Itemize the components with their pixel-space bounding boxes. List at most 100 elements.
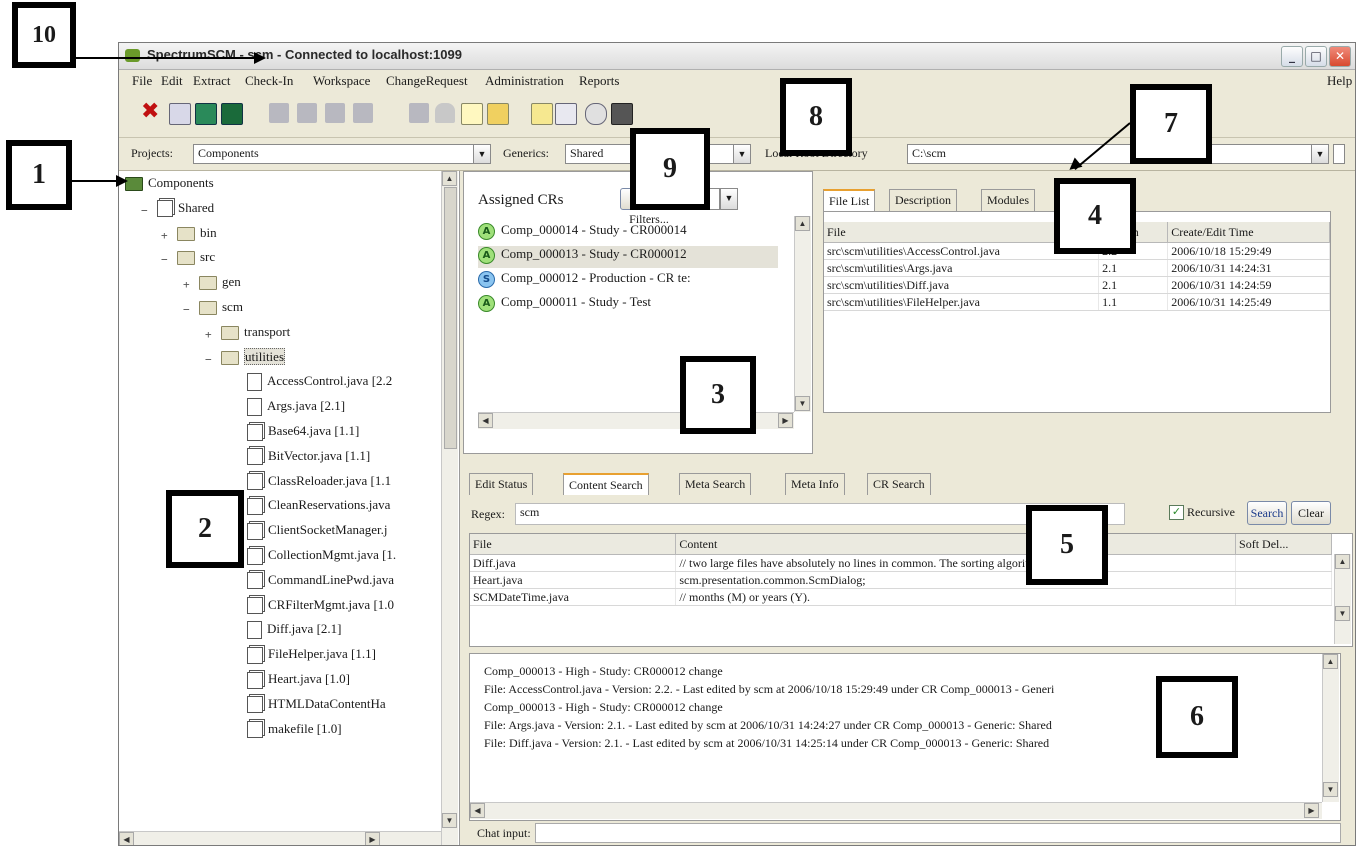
table-row[interactable]: Heart.java scm.presentation.common.ScmDia…	[470, 571, 1332, 589]
scroll-up-icon[interactable]: ▲	[795, 216, 810, 231]
tree-vertical-scrollbar[interactable]: ▲ ▼	[441, 171, 458, 845]
menu-check-in[interactable]: Check-In	[245, 73, 293, 89]
tree-node[interactable]: − scm	[183, 299, 243, 323]
terminal-icon[interactable]	[221, 103, 243, 125]
open-folder-icon[interactable]	[487, 103, 509, 125]
menu-reports[interactable]: Reports	[579, 73, 619, 89]
menu-edit[interactable]: Edit	[161, 73, 183, 89]
tree-node[interactable]: Diff.java [2.1]	[247, 621, 341, 645]
projects-select[interactable]: Components	[193, 144, 475, 164]
scroll-right-icon[interactable]: ▶	[1304, 803, 1319, 818]
expand-icon[interactable]: +	[205, 328, 212, 341]
scroll-down-icon[interactable]: ▼	[1335, 606, 1350, 621]
column-header[interactable]: Create/Edit Time	[1167, 222, 1330, 243]
tree-node[interactable]: + transport	[205, 324, 290, 348]
tree-node[interactable]: Components	[125, 175, 214, 199]
menu-administration[interactable]: Administration	[485, 73, 564, 89]
cr-list-item[interactable]: A Comp_000011 - Study - Test	[478, 294, 651, 316]
menu-workspace[interactable]: Workspace	[313, 73, 370, 89]
scroll-left-icon[interactable]: ◀	[478, 413, 493, 428]
tree-node[interactable]: BitVector.java [1.1]	[247, 448, 370, 472]
scroll-down-icon[interactable]: ▼	[795, 396, 810, 411]
collapse-icon[interactable]: −	[141, 204, 148, 217]
root-dir-input[interactable]: C:\scm	[907, 144, 1313, 164]
tree-horizontal-scrollbar[interactable]: ◀ ▶	[119, 831, 441, 845]
scroll-up-icon[interactable]: ▲	[1335, 554, 1350, 569]
compare-icon[interactable]	[555, 103, 577, 125]
tab-meta-info[interactable]: Meta Info	[785, 473, 845, 495]
column-header[interactable]: Soft Del...	[1235, 534, 1332, 555]
tree-node[interactable]: − Shared	[141, 200, 214, 224]
copy-icon[interactable]	[531, 103, 553, 125]
tree-node[interactable]: − src	[161, 249, 215, 273]
cr-list-item-selected[interactable]: A Comp_000013 - Study - CR000012	[478, 246, 778, 268]
search-button[interactable]: Search	[1247, 501, 1287, 525]
tab-edit-status[interactable]: Edit Status	[469, 473, 534, 495]
tab-meta-search[interactable]: Meta Search	[679, 473, 752, 495]
tree-node[interactable]: CommandLinePwd.java	[247, 572, 394, 596]
generics-dropdown-icon[interactable]: ▼	[733, 144, 751, 164]
column-header[interactable]: File	[470, 534, 677, 555]
tree-node[interactable]: ClientSocketManager.j	[247, 522, 388, 546]
scroll-up-icon[interactable]: ▲	[442, 171, 457, 186]
print-icon[interactable]	[611, 103, 633, 125]
preferences-icon[interactable]	[585, 103, 607, 125]
chat-input[interactable]	[535, 823, 1341, 843]
table-row[interactable]: SCMDateTime.java// months (M) or years (…	[470, 588, 1332, 606]
tree-node[interactable]: + bin	[161, 225, 217, 249]
collapse-icon[interactable]: −	[183, 303, 190, 316]
collapse-icon[interactable]: −	[161, 253, 168, 266]
collapse-icon[interactable]: −	[205, 353, 212, 366]
table-row[interactable]: src\scm\utilities\FileHelper.java 1.1 2006…	[824, 293, 1330, 311]
tab-description[interactable]: Description	[889, 189, 957, 211]
tree-node[interactable]: FileHelper.java [1.1]	[247, 646, 376, 670]
folder-d-icon[interactable]	[353, 103, 373, 123]
cr-vertical-scrollbar[interactable]: ▲ ▼	[794, 216, 811, 412]
tree-node[interactable]: Heart.java [1.0]	[247, 671, 350, 695]
tab-cr-search[interactable]: CR Search	[867, 473, 931, 495]
title-bar[interactable]: SpectrumSCM - scm - Connected to localho…	[119, 43, 1355, 70]
log-horizontal-scrollbar[interactable]: ◀ ▶	[470, 802, 1322, 819]
menu-help[interactable]: Help	[1327, 73, 1352, 89]
tree-node[interactable]: + gen	[183, 274, 241, 298]
scroll-up-icon[interactable]: ▲	[1323, 654, 1338, 669]
tab-content-search[interactable]: Content Search	[563, 473, 649, 495]
tree-node[interactable]: CRFilterMgmt.java [1.0	[247, 597, 394, 621]
menu-file[interactable]: File	[132, 73, 152, 89]
tree-node[interactable]: ClassReloader.java [1.1	[247, 473, 391, 497]
search-vertical-scrollbar[interactable]: ▲ ▼	[1334, 554, 1351, 644]
scroll-left-icon[interactable]: ◀	[119, 832, 134, 845]
scroll-down-icon[interactable]: ▼	[1323, 782, 1338, 797]
scroll-right-icon[interactable]: ▶	[365, 832, 380, 845]
tree-node[interactable]: HTMLDataContentHa	[247, 696, 386, 720]
save-icon[interactable]	[195, 103, 217, 125]
log-vertical-scrollbar[interactable]: ▲ ▼	[1322, 654, 1339, 802]
column-header[interactable]: Content	[675, 534, 1237, 555]
maximize-button[interactable]: □	[1305, 46, 1327, 67]
tree-node[interactable]: Args.java [2.1]	[247, 398, 345, 422]
table-row[interactable]: Diff.java// two large files have absolut…	[470, 554, 1332, 572]
tree-node[interactable]: CleanReservations.java	[247, 497, 390, 521]
menu-change-request[interactable]: ChangeRequest	[386, 73, 468, 89]
clear-button[interactable]: Clear	[1291, 501, 1331, 525]
tree-node[interactable]: − utilities	[205, 347, 285, 373]
cr-list-item[interactable]: A Comp_000014 - Study - CR000014	[478, 222, 687, 244]
recursive-checkbox[interactable]: ✓	[1169, 505, 1184, 520]
cr-list-item[interactable]: S Comp_000012 - Production - CR te:	[478, 270, 691, 292]
expand-icon[interactable]: +	[161, 229, 168, 242]
tree-node[interactable]: CollectionMgmt.java [1.	[247, 547, 396, 571]
root-dir-browse-button[interactable]	[1333, 144, 1345, 164]
menu-extract[interactable]: Extract	[193, 73, 231, 89]
table-row[interactable]: src\scm\utilities\Args.java 2.1 2006/10/31…	[824, 259, 1330, 277]
expand-icon[interactable]: +	[183, 278, 190, 291]
folder-a-icon[interactable]	[269, 103, 289, 123]
folder-b-icon[interactable]	[297, 103, 317, 123]
root-dir-dropdown-icon[interactable]: ▼	[1311, 144, 1329, 164]
tree-node[interactable]: AccessControl.java [2.2	[247, 373, 392, 397]
new-cr-icon[interactable]	[461, 103, 483, 125]
cr-filter-dropdown-icon[interactable]: ▼	[720, 188, 738, 210]
tab-file-list[interactable]: File List	[823, 189, 876, 211]
projects-dropdown-icon[interactable]: ▼	[473, 144, 491, 164]
delete-icon[interactable]: ✖	[141, 101, 161, 123]
folder-e-icon[interactable]	[409, 103, 429, 123]
